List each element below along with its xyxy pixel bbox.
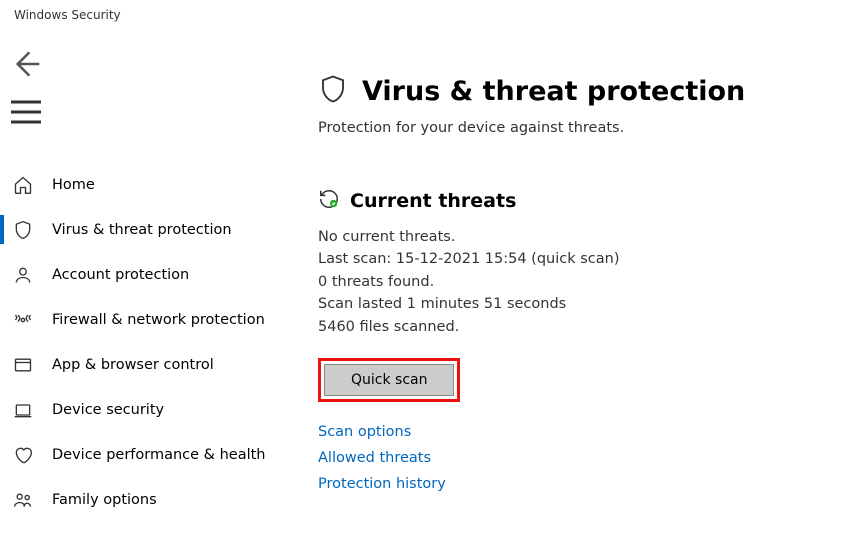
- quick-scan-button[interactable]: Quick scan: [324, 364, 454, 396]
- protection-history-link[interactable]: Protection history: [318, 476, 829, 492]
- files-scanned-text: 5460 files scanned.: [318, 316, 829, 338]
- sidebar-item-virus-threat[interactable]: Virus & threat protection: [0, 207, 300, 252]
- page-subtitle: Protection for your device against threa…: [318, 120, 829, 136]
- back-button[interactable]: [6, 44, 46, 84]
- menu-button[interactable]: [6, 92, 46, 132]
- sidebar-item-family[interactable]: Family options: [0, 477, 300, 522]
- hamburger-icon: [6, 92, 46, 132]
- no-threats-text: No current threats.: [318, 226, 829, 248]
- sidebar-item-label: Account protection: [52, 267, 189, 283]
- current-threats-section: Current threats No current threats. Last…: [318, 188, 829, 492]
- page-title: Virus & threat protection: [362, 76, 745, 107]
- scan-duration-text: Scan lasted 1 minutes 51 seconds: [318, 293, 829, 315]
- scan-options-link[interactable]: Scan options: [318, 424, 829, 440]
- window-icon: [12, 354, 34, 376]
- network-icon: [12, 309, 34, 331]
- person-icon: [12, 264, 34, 286]
- sidebar-item-performance[interactable]: Device performance & health: [0, 432, 300, 477]
- chip-icon: [12, 399, 34, 421]
- heart-icon: [12, 444, 34, 466]
- home-icon: [12, 174, 34, 196]
- shield-icon: [12, 219, 34, 241]
- sidebar-item-label: Firewall & network protection: [52, 312, 265, 328]
- main-content: Virus & threat protection Protection for…: [300, 30, 849, 543]
- quick-scan-highlight: Quick scan: [318, 358, 460, 402]
- sidebar-item-label: App & browser control: [52, 357, 214, 373]
- sidebar-item-home[interactable]: Home: [0, 162, 300, 207]
- allowed-threats-link[interactable]: Allowed threats: [318, 450, 829, 466]
- threats-found-text: 0 threats found.: [318, 271, 829, 293]
- sidebar-item-account[interactable]: Account protection: [0, 252, 300, 297]
- sidebar-item-label: Device security: [52, 402, 164, 418]
- history-check-icon: [318, 188, 340, 214]
- sidebar-item-label: Family options: [52, 492, 157, 508]
- sidebar-item-label: Virus & threat protection: [52, 222, 232, 238]
- sidebar: Home Virus & threat protection Account p…: [0, 30, 300, 543]
- sidebar-item-app-browser[interactable]: App & browser control: [0, 342, 300, 387]
- last-scan-text: Last scan: 15-12-2021 15:54 (quick scan): [318, 248, 829, 270]
- family-icon: [12, 489, 34, 511]
- section-title: Current threats: [350, 190, 516, 212]
- shield-icon: [318, 74, 348, 108]
- sidebar-item-label: Home: [52, 177, 95, 193]
- sidebar-item-device-security[interactable]: Device security: [0, 387, 300, 432]
- sidebar-item-firewall[interactable]: Firewall & network protection: [0, 297, 300, 342]
- app-title: Windows Security: [0, 0, 849, 30]
- sidebar-item-label: Device performance & health: [52, 447, 266, 463]
- back-arrow-icon: [6, 44, 46, 84]
